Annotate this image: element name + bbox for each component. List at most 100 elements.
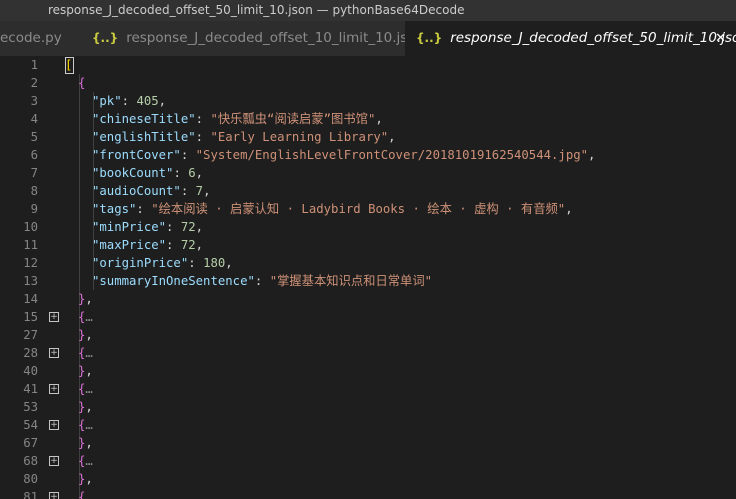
code-line[interactable]: 80}, xyxy=(0,470,736,488)
indent-guide xyxy=(79,200,80,218)
fold-expand-icon[interactable]: + xyxy=(49,456,59,466)
line-number: 7 xyxy=(30,166,38,180)
code-line[interactable]: 27}, xyxy=(0,326,736,344)
code-line[interactable]: 5 "englishTitle": "Early Learning Library… xyxy=(0,128,736,146)
code-line[interactable]: 3 "pk": 405, xyxy=(0,92,736,110)
token-key: "originPrice" xyxy=(92,256,189,270)
code-line[interactable]: 13 "summaryInOneSentence": "掌握基本知识点和日常单词" xyxy=(0,272,736,290)
token-key: "tags" xyxy=(92,202,137,216)
code-line[interactable]: 11 "maxPrice": 72, xyxy=(0,236,736,254)
code-text: {… xyxy=(78,308,93,326)
code-text: {… xyxy=(78,344,93,362)
indent-guide xyxy=(79,182,80,200)
line-number: 11 xyxy=(23,238,38,252)
line-number: 1 xyxy=(30,58,38,72)
close-tab-icon[interactable]: ✕ xyxy=(715,21,726,56)
code-line[interactable]: 2{ xyxy=(0,74,736,92)
code-editor[interactable]: 1[2{3 "pk": 405, 4 "chineseTitle": "快乐瓢虫“阅读… xyxy=(0,56,736,499)
code-line[interactable]: 40}, xyxy=(0,362,736,380)
line-number: 10 xyxy=(23,220,38,234)
code-line[interactable]: 9 "tags": "绘本阅读 · 启蒙认知 · Ladybird Books ·… xyxy=(0,200,736,218)
code-line[interactable]: 10 "minPrice": 72, xyxy=(0,218,736,236)
code-text: {… xyxy=(78,488,93,499)
line-number: 67 xyxy=(23,436,38,450)
code-text: {… xyxy=(78,452,93,470)
token-punc: , xyxy=(85,364,93,378)
window-titlebar: response_J_decoded_offset_50_limit_10.js… xyxy=(0,0,736,21)
token-key: "frontCover" xyxy=(92,148,181,162)
code-line[interactable]: 54 + {… xyxy=(0,416,736,434)
token-key: "minPrice" xyxy=(92,220,167,234)
token-punc: : xyxy=(254,274,270,288)
code-line[interactable]: 4 "chineseTitle": "快乐瓢虫“阅读启蒙”图书馆", xyxy=(0,110,736,128)
token-punc: , xyxy=(85,436,93,450)
token-punc: : xyxy=(195,112,211,126)
code-line[interactable]: 68 + {… xyxy=(0,452,736,470)
line-number: 14 xyxy=(23,292,38,306)
fold-expand-icon[interactable]: + xyxy=(49,348,59,358)
token-ell: … xyxy=(85,382,93,396)
indent-guide xyxy=(79,236,80,254)
token-punc: , xyxy=(388,130,396,144)
fold-expand-icon[interactable]: + xyxy=(49,492,59,499)
token-punc: : xyxy=(180,148,196,162)
json-file-icon: {..} xyxy=(92,31,119,45)
tab-label: ecode.py xyxy=(0,30,62,46)
code-text: }, xyxy=(78,290,93,308)
code-text: {… xyxy=(78,380,93,398)
code-line[interactable]: 14}, xyxy=(0,290,736,308)
code-text: "audioCount": 7, xyxy=(92,182,210,200)
token-punc: : xyxy=(166,238,181,252)
indent-guide xyxy=(79,110,80,128)
token-punc: : xyxy=(173,166,189,180)
token-punc: , xyxy=(85,472,93,486)
code-line[interactable]: 28 + {… xyxy=(0,344,736,362)
code-line[interactable]: 12 "originPrice": 180, xyxy=(0,254,736,272)
line-number: 13 xyxy=(23,274,38,288)
token-ell: … xyxy=(85,418,93,432)
line-number: 15 xyxy=(23,310,38,324)
line-number: 68 xyxy=(23,454,38,468)
token-num: 7 xyxy=(195,184,204,198)
token-str: "System/EnglishLevelFrontCover/201810191… xyxy=(195,148,589,162)
token-punc: : xyxy=(121,94,137,108)
token-brace: { xyxy=(78,76,86,90)
line-number: 12 xyxy=(23,256,38,270)
code-line[interactable]: 7 "bookCount": 6, xyxy=(0,164,736,182)
token-punc: , xyxy=(375,112,383,126)
tab-ecode-py[interactable]: ecode.py xyxy=(0,21,76,56)
fold-expand-icon[interactable]: + xyxy=(49,384,59,394)
fold-expand-icon[interactable]: + xyxy=(49,420,59,430)
code-line[interactable]: 8 "audioCount": 7, xyxy=(0,182,736,200)
code-line[interactable]: 67}, xyxy=(0,434,736,452)
token-punc: , xyxy=(225,256,233,270)
code-line[interactable]: 1[ xyxy=(0,56,736,74)
line-number: 28 xyxy=(23,346,38,360)
token-ell: … xyxy=(85,490,93,499)
token-punc: , xyxy=(203,184,211,198)
indent-guide xyxy=(79,146,80,164)
code-line[interactable]: 53}, xyxy=(0,398,736,416)
token-ell: … xyxy=(85,310,93,324)
tab-offset-10-json[interactable]: {..} response_J_decoded_offset_10_limit_1… xyxy=(76,21,405,56)
token-punc: , xyxy=(85,292,93,306)
code-line[interactable]: 41 + {… xyxy=(0,380,736,398)
token-punc: : xyxy=(166,220,181,234)
line-number: 53 xyxy=(23,400,38,414)
token-key: "englishTitle" xyxy=(92,130,196,144)
line-number: 41 xyxy=(23,382,38,396)
token-key: "summaryInOneSentence" xyxy=(92,274,255,288)
code-line[interactable]: 6 "frontCover": "System/EnglishLevelFront… xyxy=(0,146,736,164)
code-line[interactable]: 81 + {… xyxy=(0,488,736,499)
code-line[interactable]: 15 + {… xyxy=(0,308,736,326)
line-number: 54 xyxy=(23,418,38,432)
fold-expand-icon[interactable]: + xyxy=(49,312,59,322)
bracket-match-highlight xyxy=(65,57,74,74)
code-text: "originPrice": 180, xyxy=(92,254,233,272)
tab-offset-50-json[interactable]: {..} response_J_decoded_offset_50_limit_1… xyxy=(405,21,736,56)
code-text: "tags": "绘本阅读 · 启蒙认知 · Ladybird Books · … xyxy=(92,200,573,218)
token-ell: … xyxy=(85,454,93,468)
indent-guide xyxy=(79,164,80,182)
line-number: 3 xyxy=(30,94,38,108)
token-punc: : xyxy=(180,184,196,198)
